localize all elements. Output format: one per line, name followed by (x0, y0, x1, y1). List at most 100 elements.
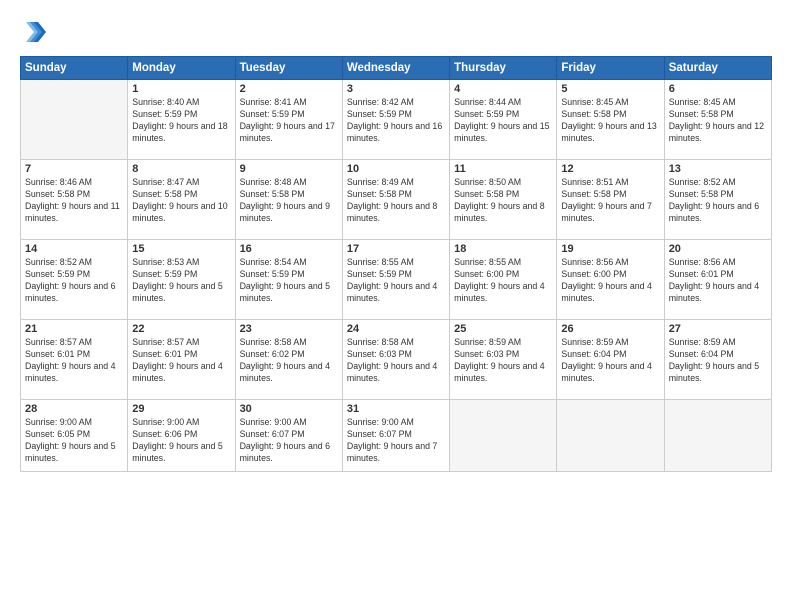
day-info: Sunrise: 9:00 AMSunset: 6:05 PMDaylight:… (25, 417, 123, 465)
day-number: 4 (454, 83, 552, 95)
calendar-day-cell: 10Sunrise: 8:49 AMSunset: 5:58 PMDayligh… (342, 160, 449, 240)
weekday-header: Tuesday (235, 57, 342, 80)
weekday-header-row: SundayMondayTuesdayWednesdayThursdayFrid… (21, 57, 772, 80)
calendar-day-cell (557, 400, 664, 472)
calendar-day-cell: 30Sunrise: 9:00 AMSunset: 6:07 PMDayligh… (235, 400, 342, 472)
calendar-day-cell: 3 Sunrise: 8:42 AMSunset: 5:59 PMDaylight… (342, 80, 449, 160)
day-number: 5 (561, 83, 659, 95)
day-info: Sunrise: 8:52 AMSunset: 5:58 PMDaylight:… (669, 177, 767, 225)
calendar-week-row: 7 Sunrise: 8:46 AMSunset: 5:58 PMDaylight… (21, 160, 772, 240)
day-info: Sunrise: 9:00 AMSunset: 6:07 PMDaylight:… (347, 417, 445, 465)
day-number: 29 (132, 403, 230, 415)
day-info: Sunrise: 8:53 AMSunset: 5:59 PMDaylight:… (132, 257, 230, 305)
calendar-day-cell: 14 Sunrise: 8:52 AMSunset: 5:59 PMDayligh… (21, 240, 128, 320)
day-info: Sunrise: 8:55 AMSunset: 5:59 PMDaylight:… (347, 257, 445, 305)
calendar-day-cell (21, 80, 128, 160)
day-number: 23 (240, 323, 338, 335)
day-number: 6 (669, 83, 767, 95)
calendar-day-cell: 27 Sunrise: 8:59 AMSunset: 6:04 PMDayligh… (664, 320, 771, 400)
day-number: 7 (25, 163, 123, 175)
logo (20, 18, 50, 46)
day-info: Sunrise: 8:56 AMSunset: 6:00 PMDaylight:… (561, 257, 659, 305)
calendar-day-cell: 2 Sunrise: 8:41 AMSunset: 5:59 PMDaylight… (235, 80, 342, 160)
day-number: 25 (454, 323, 552, 335)
day-number: 20 (669, 243, 767, 255)
calendar-day-cell (450, 400, 557, 472)
day-number: 1 (132, 83, 230, 95)
calendar-day-cell: 1 Sunrise: 8:40 AMSunset: 5:59 PMDaylight… (128, 80, 235, 160)
calendar-day-cell: 19 Sunrise: 8:56 AMSunset: 6:00 PMDayligh… (557, 240, 664, 320)
day-number: 8 (132, 163, 230, 175)
calendar-week-row: 28 Sunrise: 9:00 AMSunset: 6:05 PMDayligh… (21, 400, 772, 472)
day-info: Sunrise: 8:54 AMSunset: 5:59 PMDaylight:… (240, 257, 338, 305)
weekday-header: Monday (128, 57, 235, 80)
day-info: Sunrise: 8:50 AMSunset: 5:58 PMDaylight:… (454, 177, 552, 225)
calendar-day-cell: 22 Sunrise: 8:57 AMSunset: 6:01 PMDayligh… (128, 320, 235, 400)
weekday-header: Sunday (21, 57, 128, 80)
day-info: Sunrise: 8:42 AMSunset: 5:59 PMDaylight:… (347, 97, 445, 145)
day-number: 30 (240, 403, 338, 415)
day-info: Sunrise: 9:00 AMSunset: 6:06 PMDaylight:… (132, 417, 230, 465)
day-number: 24 (347, 323, 445, 335)
weekday-header: Thursday (450, 57, 557, 80)
day-number: 11 (454, 163, 552, 175)
day-info: Sunrise: 8:47 AMSunset: 5:58 PMDaylight:… (132, 177, 230, 225)
calendar-day-cell: 20 Sunrise: 8:56 AMSunset: 6:01 PMDayligh… (664, 240, 771, 320)
day-info: Sunrise: 8:56 AMSunset: 6:01 PMDaylight:… (669, 257, 767, 305)
day-number: 15 (132, 243, 230, 255)
weekday-header: Wednesday (342, 57, 449, 80)
calendar-day-cell: 18 Sunrise: 8:55 AMSunset: 6:00 PMDayligh… (450, 240, 557, 320)
weekday-header: Saturday (664, 57, 771, 80)
calendar-day-cell: 5 Sunrise: 8:45 AMSunset: 5:58 PMDaylight… (557, 80, 664, 160)
calendar-day-cell: 24 Sunrise: 8:58 AMSunset: 6:03 PMDayligh… (342, 320, 449, 400)
day-info: Sunrise: 8:49 AMSunset: 5:58 PMDaylight:… (347, 177, 445, 225)
day-number: 19 (561, 243, 659, 255)
day-info: Sunrise: 8:55 AMSunset: 6:00 PMDaylight:… (454, 257, 552, 305)
day-number: 13 (669, 163, 767, 175)
day-info: Sunrise: 8:48 AMSunset: 5:58 PMDaylight:… (240, 177, 338, 225)
day-info: Sunrise: 8:45 AMSunset: 5:58 PMDaylight:… (669, 97, 767, 145)
calendar-week-row: 21 Sunrise: 8:57 AMSunset: 6:01 PMDayligh… (21, 320, 772, 400)
calendar-week-row: 14 Sunrise: 8:52 AMSunset: 5:59 PMDayligh… (21, 240, 772, 320)
calendar-day-cell: 13 Sunrise: 8:52 AMSunset: 5:58 PMDayligh… (664, 160, 771, 240)
calendar-day-cell: 15 Sunrise: 8:53 AMSunset: 5:59 PMDayligh… (128, 240, 235, 320)
day-info: Sunrise: 8:45 AMSunset: 5:58 PMDaylight:… (561, 97, 659, 145)
day-number: 31 (347, 403, 445, 415)
logo-icon (20, 18, 48, 46)
day-number: 21 (25, 323, 123, 335)
calendar-day-cell: 8 Sunrise: 8:47 AMSunset: 5:58 PMDaylight… (128, 160, 235, 240)
day-number: 16 (240, 243, 338, 255)
day-number: 2 (240, 83, 338, 95)
calendar-day-cell: 17Sunrise: 8:55 AMSunset: 5:59 PMDayligh… (342, 240, 449, 320)
calendar-day-cell: 26Sunrise: 8:59 AMSunset: 6:04 PMDayligh… (557, 320, 664, 400)
day-number: 26 (561, 323, 659, 335)
calendar-day-cell: 12Sunrise: 8:51 AMSunset: 5:58 PMDayligh… (557, 160, 664, 240)
calendar-day-cell: 9 Sunrise: 8:48 AMSunset: 5:58 PMDaylight… (235, 160, 342, 240)
day-number: 22 (132, 323, 230, 335)
day-number: 18 (454, 243, 552, 255)
calendar-table: SundayMondayTuesdayWednesdayThursdayFrid… (20, 56, 772, 472)
calendar-day-cell: 23Sunrise: 8:58 AMSunset: 6:02 PMDayligh… (235, 320, 342, 400)
calendar-day-cell: 28 Sunrise: 9:00 AMSunset: 6:05 PMDayligh… (21, 400, 128, 472)
calendar-day-cell: 7 Sunrise: 8:46 AMSunset: 5:58 PMDaylight… (21, 160, 128, 240)
day-number: 3 (347, 83, 445, 95)
day-number: 27 (669, 323, 767, 335)
day-info: Sunrise: 8:57 AMSunset: 6:01 PMDaylight:… (132, 337, 230, 385)
day-info: Sunrise: 8:44 AMSunset: 5:59 PMDaylight:… (454, 97, 552, 145)
day-info: Sunrise: 8:52 AMSunset: 5:59 PMDaylight:… (25, 257, 123, 305)
day-number: 28 (25, 403, 123, 415)
day-number: 12 (561, 163, 659, 175)
day-number: 9 (240, 163, 338, 175)
day-number: 14 (25, 243, 123, 255)
calendar-day-cell: 6 Sunrise: 8:45 AMSunset: 5:58 PMDaylight… (664, 80, 771, 160)
day-info: Sunrise: 8:46 AMSunset: 5:58 PMDaylight:… (25, 177, 123, 225)
day-info: Sunrise: 8:40 AMSunset: 5:59 PMDaylight:… (132, 97, 230, 145)
calendar-day-cell: 4 Sunrise: 8:44 AMSunset: 5:59 PMDaylight… (450, 80, 557, 160)
day-info: Sunrise: 8:59 AMSunset: 6:04 PMDaylight:… (669, 337, 767, 385)
day-info: Sunrise: 8:41 AMSunset: 5:59 PMDaylight:… (240, 97, 338, 145)
calendar-day-cell: 11 Sunrise: 8:50 AMSunset: 5:58 PMDayligh… (450, 160, 557, 240)
calendar-week-row: 1 Sunrise: 8:40 AMSunset: 5:59 PMDaylight… (21, 80, 772, 160)
day-info: Sunrise: 8:58 AMSunset: 6:03 PMDaylight:… (347, 337, 445, 385)
calendar-day-cell: 21Sunrise: 8:57 AMSunset: 6:01 PMDayligh… (21, 320, 128, 400)
header (20, 18, 772, 46)
